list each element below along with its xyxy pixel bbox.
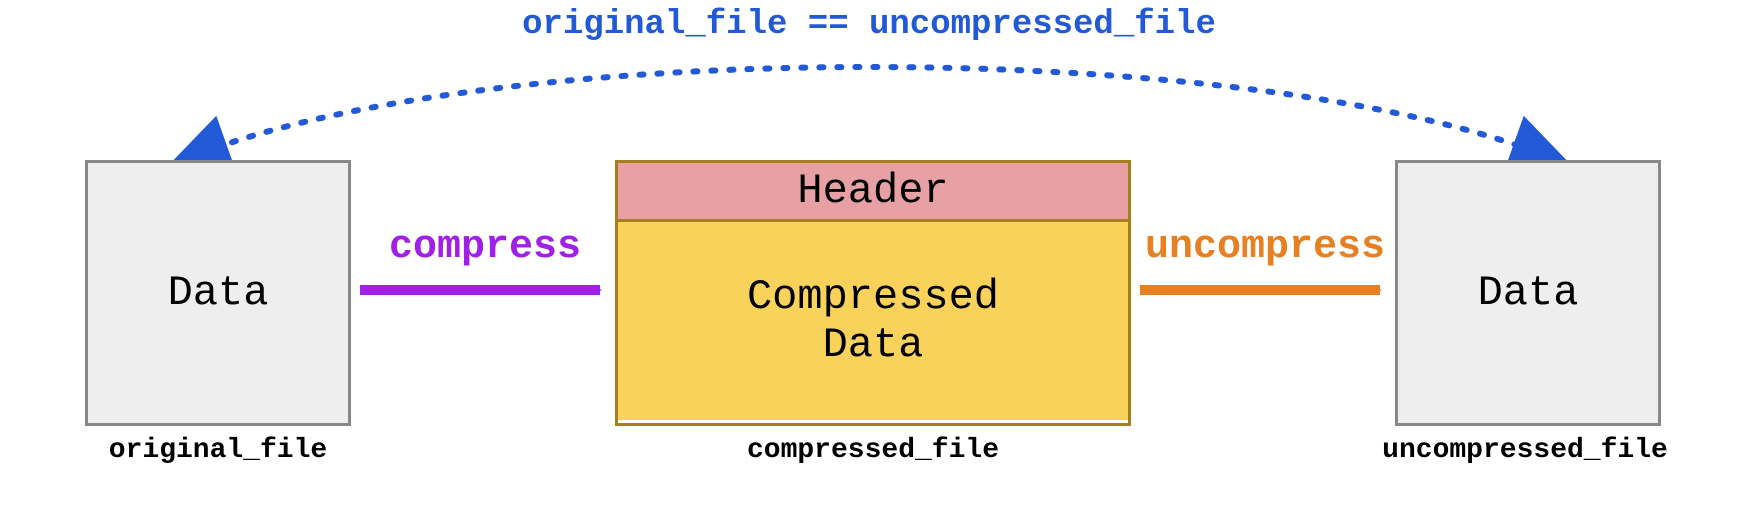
- compressed-file-content: Compressed Data: [618, 222, 1128, 420]
- compress-arrow-label: compress: [360, 225, 610, 270]
- equivalence-label: original_file == uncompressed_file: [0, 6, 1738, 44]
- uncompressed-file-content: Data: [1478, 269, 1579, 317]
- original-file-box: Data: [85, 160, 351, 426]
- compressed-file-box: Header Compressed Data: [615, 160, 1131, 426]
- compressed-file-label: compressed_file: [615, 435, 1131, 466]
- compression-diagram: original_file == uncompressed_file Data …: [0, 0, 1738, 520]
- compressed-file-header: Header: [618, 163, 1128, 222]
- original-file-label: original_file: [85, 435, 351, 466]
- uncompress-arrow-label: uncompress: [1130, 225, 1400, 270]
- uncompressed-file-label: uncompressed_file: [1325, 435, 1725, 466]
- uncompressed-file-box: Data: [1395, 160, 1661, 426]
- original-file-content: Data: [168, 269, 269, 317]
